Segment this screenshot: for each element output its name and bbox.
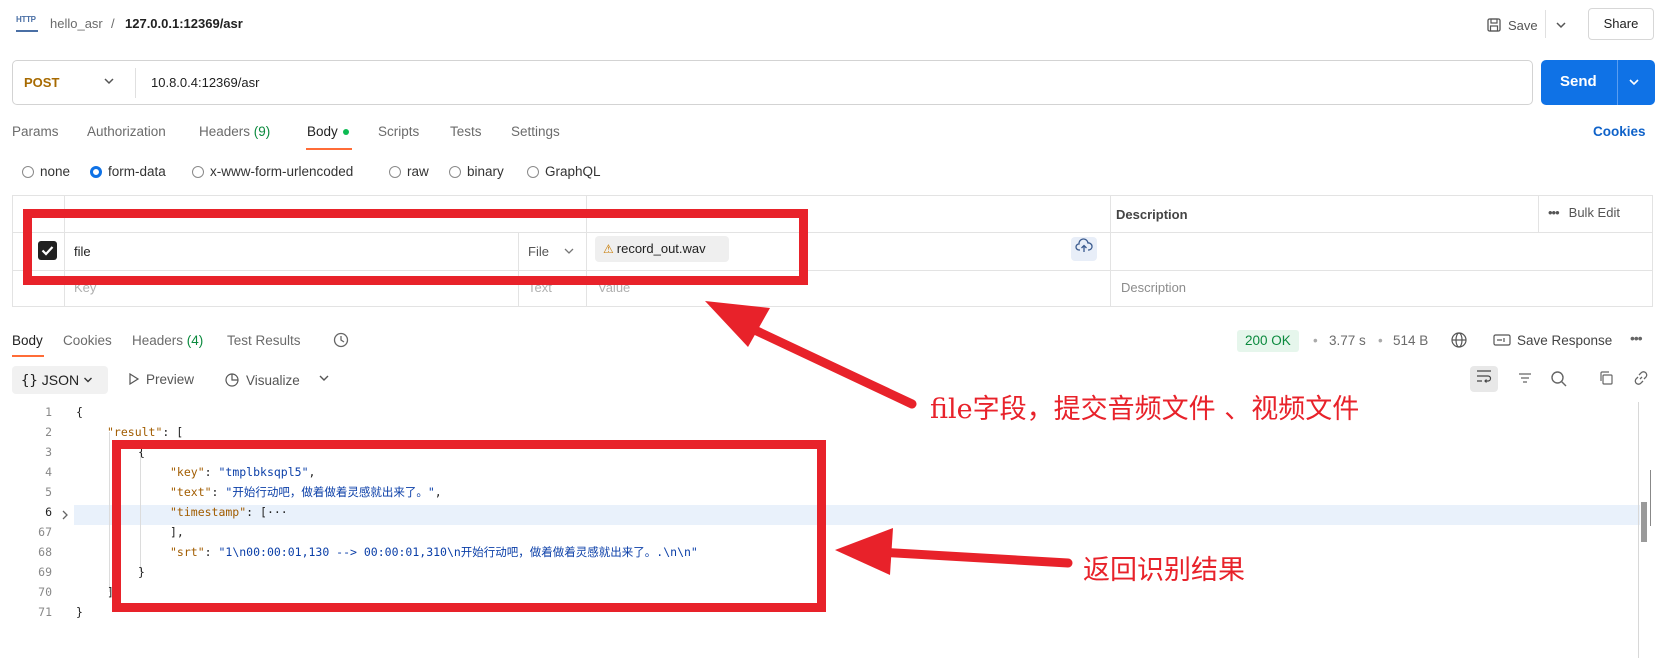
arrow-to-result <box>835 528 1073 575</box>
annotation-result-note: 返回识别结果 <box>1083 555 1245 586</box>
arrow-to-file-row <box>705 301 917 409</box>
annotation-arrows <box>705 301 1073 575</box>
annotation-file-note: file字段，提交音频文件 、视频文件 <box>930 394 1360 425</box>
